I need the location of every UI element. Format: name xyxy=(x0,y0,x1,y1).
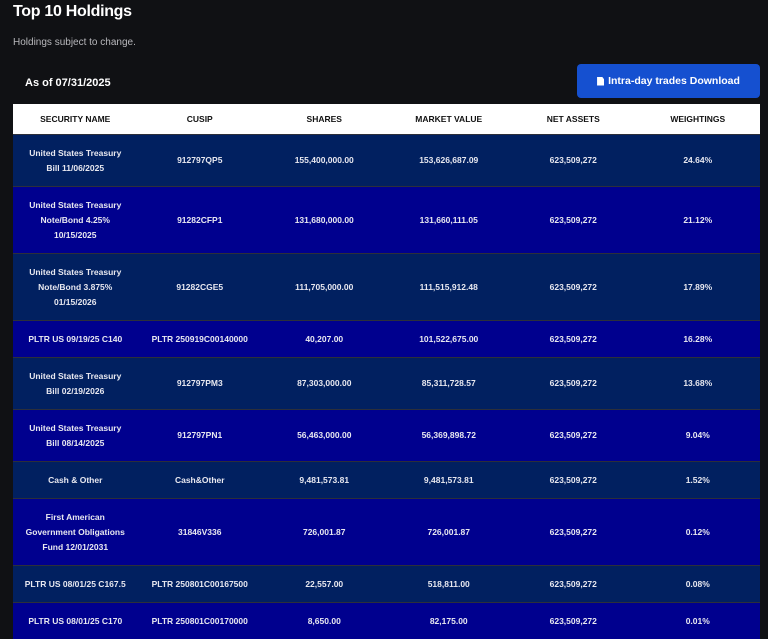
table-row: PLTR US 08/01/25 C170PLTR 250801C0017000… xyxy=(13,603,760,639)
cell-weightings: 1.52% xyxy=(636,462,761,499)
cell-security-name: United States Treasury Bill 08/14/2025 xyxy=(13,410,138,462)
cell-net-assets: 623,509,272 xyxy=(511,566,636,603)
cell-cusip: PLTR 250801C00170000 xyxy=(138,603,263,639)
column-header-security-name: SECURITY NAME xyxy=(13,104,138,135)
cell-weightings: 21.12% xyxy=(636,187,761,254)
cell-security-name: United States Treasury Note/Bond 4.25% 1… xyxy=(13,187,138,254)
cell-cusip: 91282CGE5 xyxy=(138,254,263,321)
table-header-row: SECURITY NAMECUSIPSHARESMARKET VALUENET … xyxy=(13,104,760,135)
cell-shares: 87,303,000.00 xyxy=(262,358,387,410)
column-header-cusip: CUSIP xyxy=(138,104,263,135)
table-row: United States Treasury Bill 02/19/202691… xyxy=(13,358,760,410)
table-row: United States Treasury Bill 11/06/202591… xyxy=(13,135,760,187)
cell-net-assets: 623,509,272 xyxy=(511,187,636,254)
cell-net-assets: 623,509,272 xyxy=(511,254,636,321)
table-row: United States Treasury Bill 08/14/202591… xyxy=(13,410,760,462)
cell-weightings: 0.01% xyxy=(636,603,761,639)
cell-weightings: 0.12% xyxy=(636,499,761,566)
cell-market-value: 85,311,728.57 xyxy=(387,358,512,410)
cell-market-value: 111,515,912.48 xyxy=(387,254,512,321)
page-title: Top 10 Holdings xyxy=(13,3,132,21)
cell-shares: 131,680,000.00 xyxy=(262,187,387,254)
holdings-disclaimer: Holdings subject to change. xyxy=(13,37,136,48)
cell-net-assets: 623,509,272 xyxy=(511,321,636,358)
cell-net-assets: 623,509,272 xyxy=(511,462,636,499)
column-header-net-assets: NET ASSETS xyxy=(511,104,636,135)
holdings-table: SECURITY NAMECUSIPSHARESMARKET VALUENET … xyxy=(13,104,760,639)
cell-net-assets: 623,509,272 xyxy=(511,358,636,410)
intraday-trades-download-button[interactable]: Intra-day trades Download xyxy=(577,64,760,98)
cell-shares: 111,705,000.00 xyxy=(262,254,387,321)
cell-shares: 40,207.00 xyxy=(262,321,387,358)
cell-market-value: 101,522,675.00 xyxy=(387,321,512,358)
table-row: Cash & OtherCash&Other9,481,573.819,481,… xyxy=(13,462,760,499)
cell-net-assets: 623,509,272 xyxy=(511,135,636,187)
cell-security-name: First American Government Obligations Fu… xyxy=(13,499,138,566)
cell-net-assets: 623,509,272 xyxy=(511,410,636,462)
cell-cusip: 31846V336 xyxy=(138,499,263,566)
cell-cusip: 91282CFP1 xyxy=(138,187,263,254)
cell-shares: 56,463,000.00 xyxy=(262,410,387,462)
cell-shares: 8,650.00 xyxy=(262,603,387,639)
cell-weightings: 9.04% xyxy=(636,410,761,462)
cell-cusip: 912797PM3 xyxy=(138,358,263,410)
cell-weightings: 16.28% xyxy=(636,321,761,358)
as-of-date: As of 07/31/2025 xyxy=(25,77,111,89)
cell-weightings: 17.89% xyxy=(636,254,761,321)
column-header-shares: SHARES xyxy=(262,104,387,135)
cell-shares: 155,400,000.00 xyxy=(262,135,387,187)
cell-cusip: PLTR 250801C00167500 xyxy=(138,566,263,603)
cell-cusip: PLTR 250919C00140000 xyxy=(138,321,263,358)
cell-net-assets: 623,509,272 xyxy=(511,603,636,639)
download-button-label: Intra-day trades Download xyxy=(608,75,740,87)
table-row: First American Government Obligations Fu… xyxy=(13,499,760,566)
cell-cusip: Cash&Other xyxy=(138,462,263,499)
cell-shares: 22,557.00 xyxy=(262,566,387,603)
cell-shares: 726,001.87 xyxy=(262,499,387,566)
cell-security-name: PLTR US 09/19/25 C140 xyxy=(13,321,138,358)
cell-weightings: 13.68% xyxy=(636,358,761,410)
cell-market-value: 56,369,898.72 xyxy=(387,410,512,462)
cell-cusip: 912797PN1 xyxy=(138,410,263,462)
cell-market-value: 131,660,111.05 xyxy=(387,187,512,254)
cell-shares: 9,481,573.81 xyxy=(262,462,387,499)
cell-net-assets: 623,509,272 xyxy=(511,499,636,566)
cell-market-value: 726,001.87 xyxy=(387,499,512,566)
cell-security-name: PLTR US 08/01/25 C167.5 xyxy=(13,566,138,603)
cell-market-value: 9,481,573.81 xyxy=(387,462,512,499)
cell-market-value: 82,175.00 xyxy=(387,603,512,639)
cell-weightings: 0.08% xyxy=(636,566,761,603)
cell-weightings: 24.64% xyxy=(636,135,761,187)
table-row: United States Treasury Note/Bond 4.25% 1… xyxy=(13,187,760,254)
file-download-icon xyxy=(597,77,604,86)
column-header-weightings: WEIGHTINGS xyxy=(636,104,761,135)
cell-security-name: PLTR US 08/01/25 C170 xyxy=(13,603,138,639)
table-row: PLTR US 09/19/25 C140PLTR 250919C0014000… xyxy=(13,321,760,358)
cell-market-value: 518,811.00 xyxy=(387,566,512,603)
cell-market-value: 153,626,687.09 xyxy=(387,135,512,187)
cell-security-name: United States Treasury Note/Bond 3.875% … xyxy=(13,254,138,321)
table-row: United States Treasury Note/Bond 3.875% … xyxy=(13,254,760,321)
column-header-market-value: MARKET VALUE xyxy=(387,104,512,135)
cell-cusip: 912797QP5 xyxy=(138,135,263,187)
table-row: PLTR US 08/01/25 C167.5PLTR 250801C00167… xyxy=(13,566,760,603)
cell-security-name: United States Treasury Bill 02/19/2026 xyxy=(13,358,138,410)
cell-security-name: United States Treasury Bill 11/06/2025 xyxy=(13,135,138,187)
cell-security-name: Cash & Other xyxy=(13,462,138,499)
